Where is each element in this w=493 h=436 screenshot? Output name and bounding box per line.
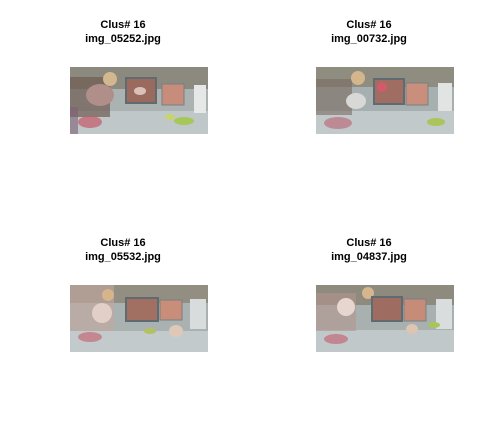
image-filename: img_05532.jpg <box>85 251 161 263</box>
image-filename: img_05252.jpg <box>85 33 161 45</box>
image-thumbnail <box>70 67 208 134</box>
image-thumbnail <box>70 285 208 352</box>
image-thumbnail <box>316 285 454 352</box>
image-thumbnail <box>316 67 454 134</box>
cluster-label: Clus# 16 <box>346 237 392 249</box>
cluster-label: Clus# 16 <box>346 19 392 31</box>
cluster-label: Clus# 16 <box>100 237 146 249</box>
image-panel-2: Clus# 16 img_00732.jpg <box>246 0 492 218</box>
image-filename: img_04837.jpg <box>331 251 407 263</box>
image-filename: img_00732.jpg <box>331 33 407 45</box>
image-panel-4: Clus# 16 img_04837.jpg <box>246 218 492 436</box>
image-panel-3: Clus# 16 img_05532.jpg <box>0 218 246 436</box>
image-panel-1: Clus# 16 img_05252.jpg <box>0 0 246 218</box>
cluster-label: Clus# 16 <box>100 19 146 31</box>
